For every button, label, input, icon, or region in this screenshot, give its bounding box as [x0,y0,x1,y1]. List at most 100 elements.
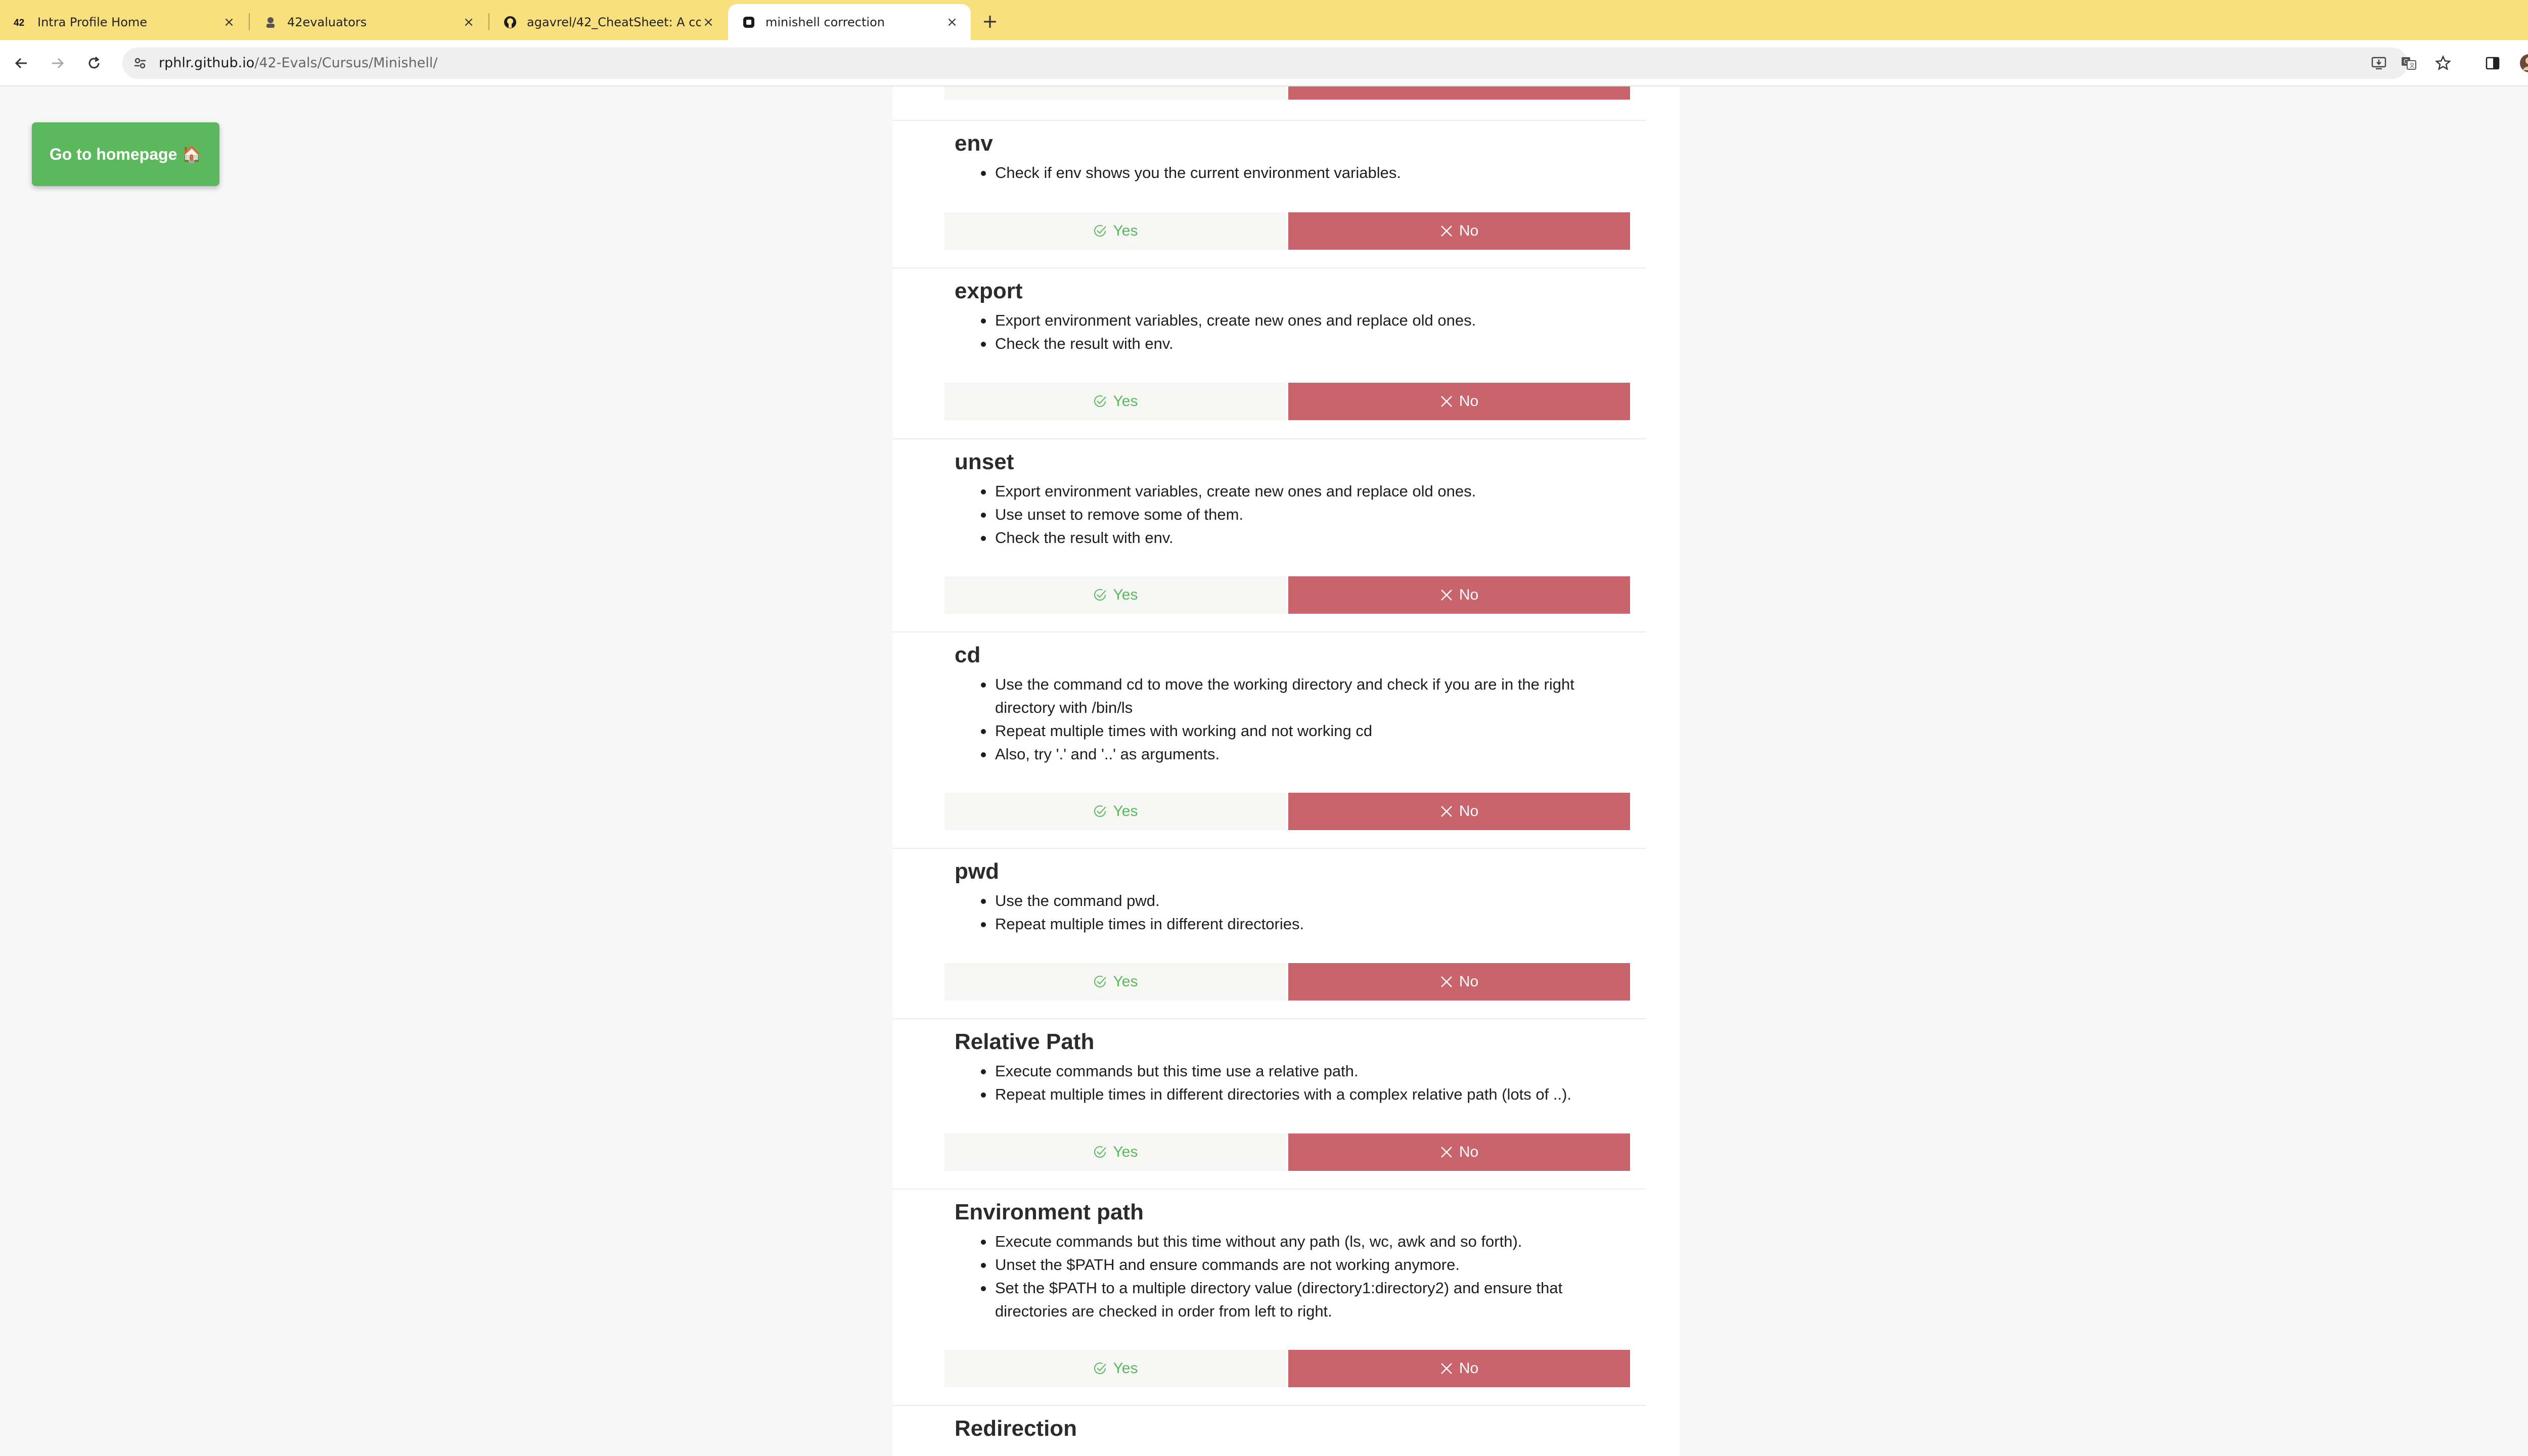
install-app-icon[interactable] [2369,54,2388,73]
section-title: Redirection [955,1416,1077,1441]
checklist-item: Export environment variables, create new… [981,480,1602,503]
evaluation-sheet: env Check if env shows you the current e… [893,86,1680,1456]
check-circle-icon [1093,394,1107,408]
yes-label: Yes [1113,1360,1138,1377]
no-button[interactable]: No [1288,383,1630,420]
checklist-item: Check the result with env. [981,332,1602,355]
section-title: env [955,131,993,156]
close-icon[interactable]: × [461,15,476,30]
tab-42evaluators[interactable]: 42evaluators × [250,4,487,40]
checklist: Export environment variables, create new… [981,309,1602,355]
translate-icon[interactable]: G文 [2397,51,2421,75]
checklist-item: Unset the $PATH and ensure commands are … [981,1253,1602,1277]
checklist-item: Use the command pwd. [981,889,1602,913]
tab-strip: 42 Intra Profile Home × 42evaluators × a… [0,0,2528,40]
yes-label: Yes [1113,393,1138,410]
side-panel-icon[interactable] [2480,51,2505,75]
forward-button[interactable] [46,51,70,75]
close-x-icon [1440,975,1453,988]
checklist: Execute commands but this time without a… [981,1230,1602,1323]
close-x-icon [1440,1362,1453,1375]
section-title: Environment path [955,1200,1144,1224]
reload-icon [88,56,100,69]
close-icon[interactable]: × [701,15,716,30]
close-icon[interactable]: × [221,15,237,30]
yes-button[interactable]: Yes [944,793,1286,830]
back-button[interactable] [9,51,33,75]
yes-label: Yes [1113,1144,1138,1160]
section-divider [893,438,1646,439]
address-bar[interactable]: rphlr.github.io/42-Evals/Cursus/Minishel… [122,48,2408,79]
yes-no-environment-path: Yes No [944,1350,1630,1387]
no-label: No [1459,803,1479,820]
no-button[interactable]: No [1288,212,1630,250]
checklist: Export environment variables, create new… [981,480,1602,550]
close-icon[interactable]: × [944,15,960,30]
yes-button[interactable]: Yes [944,576,1286,614]
url-host: rphlr.github.io [159,55,255,71]
no-label: No [1459,973,1479,990]
yes-button[interactable]: Yes [944,212,1286,250]
checklist: Check if env shows you the current envir… [981,161,1602,185]
yes-button[interactable] [944,86,1286,100]
previous-yes-no [944,86,1630,100]
new-tab-button[interactable]: + [978,9,1002,33]
section-title: cd [955,643,981,667]
no-label: No [1459,222,1479,239]
yes-label: Yes [1113,586,1138,603]
yes-no-unset: Yes No [944,576,1630,614]
check-circle-icon [1093,1145,1107,1159]
no-label: No [1459,1360,1479,1377]
tab-title: Intra Profile Home [37,15,148,29]
no-button[interactable]: No [1288,1133,1630,1171]
yes-label: Yes [1113,973,1138,990]
yes-no-relative-path: Yes No [944,1133,1630,1171]
section-title: pwd [955,859,999,884]
github-icon [503,15,518,30]
close-x-icon [1440,224,1453,238]
section-divider [893,120,1646,121]
url-text[interactable]: rphlr.github.io/42-Evals/Cursus/Minishel… [159,48,437,79]
checklist-item: Export environment variables, create new… [981,309,1602,332]
yes-button[interactable]: Yes [944,963,1286,1000]
section-divider [893,631,1646,632]
profile-avatar[interactable] [2517,51,2528,75]
svg-text:文: 文 [2409,62,2415,69]
yes-no-cd: Yes No [944,793,1630,830]
tab-title: agavrel/42_CheatSheet: A co [527,15,701,29]
checklist-item: Also, try '.' and '..' as arguments. [981,743,1602,766]
check-circle-icon [1093,975,1107,989]
no-label: No [1459,393,1479,410]
no-button[interactable]: No [1288,963,1630,1000]
check-circle-icon [1093,804,1107,818]
checklist-item: Repeat multiple times in different direc… [981,1083,1602,1106]
go-to-homepage-button[interactable]: Go to homepage 🏠 [32,122,219,186]
section-divider [893,1405,1646,1406]
section-divider [893,848,1646,849]
yes-no-export: Yes No [944,383,1630,420]
close-x-icon [1440,588,1453,602]
yes-button[interactable]: Yes [944,383,1286,420]
close-x-icon [1440,805,1453,818]
section-title: unset [955,449,1014,474]
no-button[interactable]: No [1288,793,1630,830]
site-settings-icon[interactable] [130,54,150,73]
checklist-item: Set the $PATH to a multiple directory va… [981,1277,1602,1323]
reload-button[interactable] [82,51,106,75]
page-viewport: Go to homepage 🏠 env Check if env shows … [0,86,2528,1456]
tab-42-cheatsheet[interactable]: agavrel/42_CheatSheet: A co × [489,4,727,40]
forward-arrow-icon [52,58,64,69]
no-button[interactable]: No [1288,576,1630,614]
yes-button[interactable]: Yes [944,1350,1286,1387]
tab-minishell-correction[interactable]: minishell correction × [728,4,971,40]
close-x-icon [1440,395,1453,408]
checklist-item: Execute commands but this time use a rel… [981,1060,1602,1083]
tab-title: minishell correction [765,15,885,29]
no-button[interactable] [1288,86,1630,100]
tab-intra-profile-home[interactable]: 42 Intra Profile Home × [0,4,248,40]
section-divider [893,267,1646,268]
no-button[interactable]: No [1288,1350,1630,1387]
yes-label: Yes [1113,803,1138,820]
yes-button[interactable]: Yes [944,1133,1286,1171]
bookmark-star-icon[interactable] [2431,51,2455,75]
